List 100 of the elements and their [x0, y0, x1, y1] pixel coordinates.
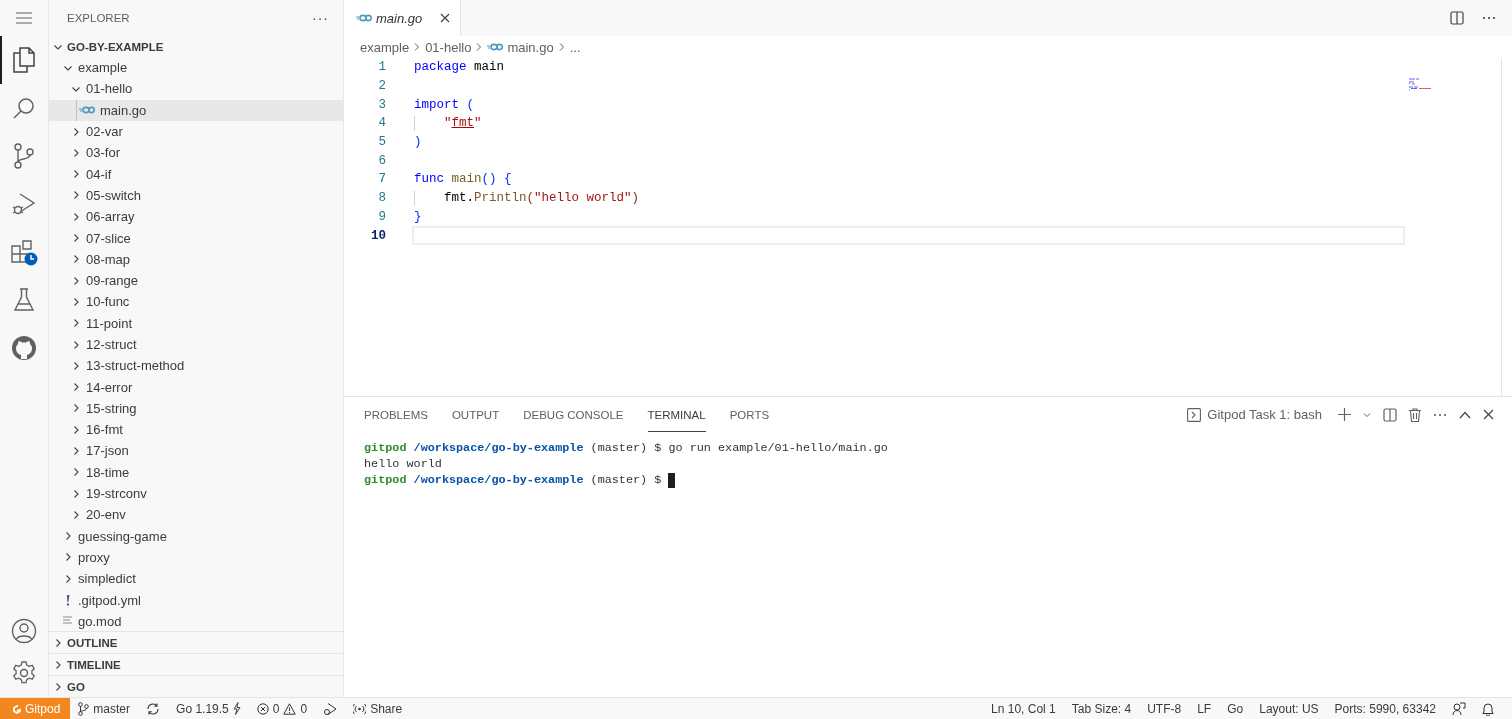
status-item[interactable]: Ports: 5990, 63342 [1326, 698, 1444, 719]
line-number: 8 [377, 191, 387, 206]
close-icon[interactable] [1483, 409, 1494, 420]
lightning-icon [232, 702, 241, 715]
chevron-right-icon [71, 318, 81, 329]
file-item[interactable]: go.mod [78, 613, 122, 629]
folder-item[interactable]: 16-fmt [86, 422, 123, 438]
panel-tab[interactable]: PORTS [729, 397, 770, 432]
line-number: 5 [377, 135, 387, 150]
line-number: 2 [377, 79, 387, 94]
more-actions-button[interactable]: ··· [312, 10, 329, 26]
breadcrumb-item[interactable]: example [360, 39, 410, 55]
folder-item[interactable]: 15-string [86, 400, 137, 416]
chevron-right-icon [71, 169, 81, 180]
section-header[interactable]: OUTLINE [67, 636, 118, 649]
files-icon[interactable] [12, 47, 36, 73]
account-icon[interactable] [11, 618, 37, 644]
panel-tab[interactable]: TERMINAL [647, 397, 706, 432]
breadcrumb-item[interactable]: 01-hello [425, 39, 472, 55]
chevron-right-icon [63, 531, 73, 542]
chevron-right-icon [557, 42, 566, 52]
plus-icon[interactable] [1338, 408, 1351, 421]
go-version-indicator[interactable]: Go 1.19.5 [168, 698, 249, 719]
panel-tab[interactable]: PROBLEMS [364, 397, 428, 432]
folder-item[interactable]: 17-json [86, 443, 129, 459]
problems-indicator[interactable]: 0 0 [248, 698, 316, 719]
folder-item[interactable]: 09-range [86, 273, 139, 289]
chevron-right-icon [71, 424, 81, 435]
status-item[interactable]: Ln 10, Col 1 [983, 698, 1064, 719]
go-file-icon [79, 105, 95, 116]
source-control-icon[interactable] [13, 143, 35, 169]
folder-item[interactable]: simpledict [78, 571, 136, 587]
folder-item[interactable]: 07-slice [86, 230, 131, 246]
split-terminal-icon[interactable] [1383, 407, 1397, 422]
code-line: fmt.Println("hello world") [444, 191, 640, 206]
folder-item[interactable]: 12-struct [86, 337, 137, 352]
sync-icon[interactable] [146, 702, 161, 715]
folder-item[interactable]: 19-strconv [86, 486, 147, 502]
branch-indicator[interactable]: master [70, 698, 139, 719]
panel-tab[interactable]: DEBUG CONSOLE [523, 397, 624, 432]
status-item[interactable]: Go [1219, 698, 1252, 719]
chevron-right-icon [71, 126, 81, 137]
section-header[interactable]: TIMELINE [67, 658, 121, 671]
broadcast-icon [353, 702, 367, 715]
file-item[interactable]: .gitpod.yml [78, 592, 141, 608]
github-icon[interactable] [11, 335, 37, 361]
breadcrumb-item[interactable]: main.go [507, 39, 554, 55]
chevron-right-icon [53, 637, 63, 648]
split-editor-icon[interactable] [1450, 11, 1464, 25]
section-header[interactable]: GO [67, 680, 85, 693]
chevron-right-icon [71, 339, 81, 350]
folder-item[interactable]: example [78, 60, 128, 76]
more-icon[interactable] [1433, 412, 1447, 417]
debug-icon[interactable] [323, 701, 338, 716]
run-debug-icon[interactable] [12, 192, 36, 216]
more-icon[interactable] [1482, 16, 1496, 20]
folder-item[interactable]: 14-error [86, 379, 133, 395]
folder-item[interactable]: 11-point [86, 315, 132, 331]
line-number: 10 [370, 228, 387, 243]
trash-icon[interactable] [1409, 407, 1421, 422]
folder-item[interactable]: 08-map [86, 251, 131, 267]
bell-icon[interactable] [1482, 701, 1494, 716]
status-item[interactable]: LF [1189, 698, 1220, 719]
search-icon[interactable] [12, 96, 36, 120]
folder-item[interactable]: guessing-game [78, 528, 167, 544]
chevron-right-icon [71, 360, 81, 371]
editor-tab[interactable]: main.go [344, 0, 462, 36]
folder-item[interactable]: 02-var [86, 124, 123, 140]
branch-icon [78, 701, 90, 716]
chevron-right-icon [71, 403, 81, 414]
file-item[interactable]: main.go [100, 102, 147, 118]
settings-icon[interactable] [12, 661, 36, 685]
status-item[interactable]: Tab Size: 4 [1063, 698, 1140, 719]
chevron-up-icon[interactable] [1459, 410, 1471, 419]
folder-item[interactable]: 10-func [86, 294, 130, 310]
folder-item[interactable]: 13-struct-method [86, 358, 185, 374]
chevron-right-icon [53, 681, 63, 692]
flask-icon[interactable] [13, 288, 35, 312]
chevron-right-icon [71, 509, 81, 520]
folder-item[interactable]: proxy [78, 549, 110, 565]
share-button[interactable]: Share [345, 698, 411, 719]
extensions-icon[interactable] [10, 238, 38, 266]
breadcrumb-item[interactable]: ... [569, 39, 581, 55]
chevron-right-icon [475, 42, 484, 52]
folder-item[interactable]: 05-switch [86, 187, 141, 203]
folder-item[interactable]: 18-time [86, 464, 130, 480]
code-line: package main [414, 60, 505, 75]
workspace-folder-title[interactable]: GO-BY-EXAMPLE [67, 40, 164, 53]
panel-tab[interactable]: OUTPUT [451, 397, 500, 432]
folder-item[interactable]: 03-for [86, 145, 120, 161]
code-line: import ( [414, 97, 475, 112]
folder-item[interactable]: 06-array [86, 209, 135, 225]
close-icon[interactable] [440, 13, 451, 23]
terminal-selector[interactable]: Gitpod Task 1: bash [1187, 407, 1322, 422]
status-item[interactable]: Layout: US [1251, 698, 1327, 719]
folder-item[interactable]: 04-if [86, 166, 112, 182]
feedback-icon[interactable] [1452, 701, 1466, 716]
folder-item[interactable]: 01-hello [86, 81, 133, 97]
status-item[interactable]: UTF-8 [1139, 698, 1190, 719]
folder-item[interactable]: 20-env [86, 507, 126, 523]
